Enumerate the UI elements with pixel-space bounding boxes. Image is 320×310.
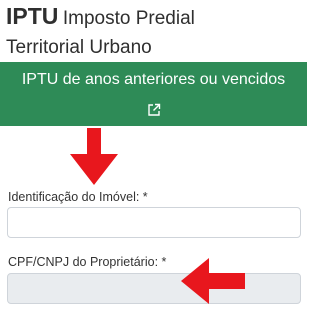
title-line-1: Imposto Predial <box>62 8 195 29</box>
previous-years-iptu-label: IPTU de anos anteriores ou vencidos <box>21 71 286 88</box>
page-title: IPTU Imposto Predial Territorial Urbano <box>6 2 302 62</box>
red-down-arrow-icon <box>70 128 118 185</box>
title-line-2: Territorial Urbano <box>6 37 152 58</box>
red-left-arrow-icon <box>181 258 245 304</box>
external-link-icon <box>148 103 161 116</box>
owner-document-input[interactable] <box>7 273 301 304</box>
property-id-input[interactable] <box>7 207 301 238</box>
previous-years-iptu-button[interactable]: IPTU de anos anteriores ou vencidos <box>0 62 307 126</box>
title-abbreviation: IPTU <box>6 3 59 29</box>
property-id-label: Identificação do Imóvel: * <box>8 190 148 204</box>
owner-document-label: CPF/CNPJ do Proprietário: * <box>8 255 167 269</box>
